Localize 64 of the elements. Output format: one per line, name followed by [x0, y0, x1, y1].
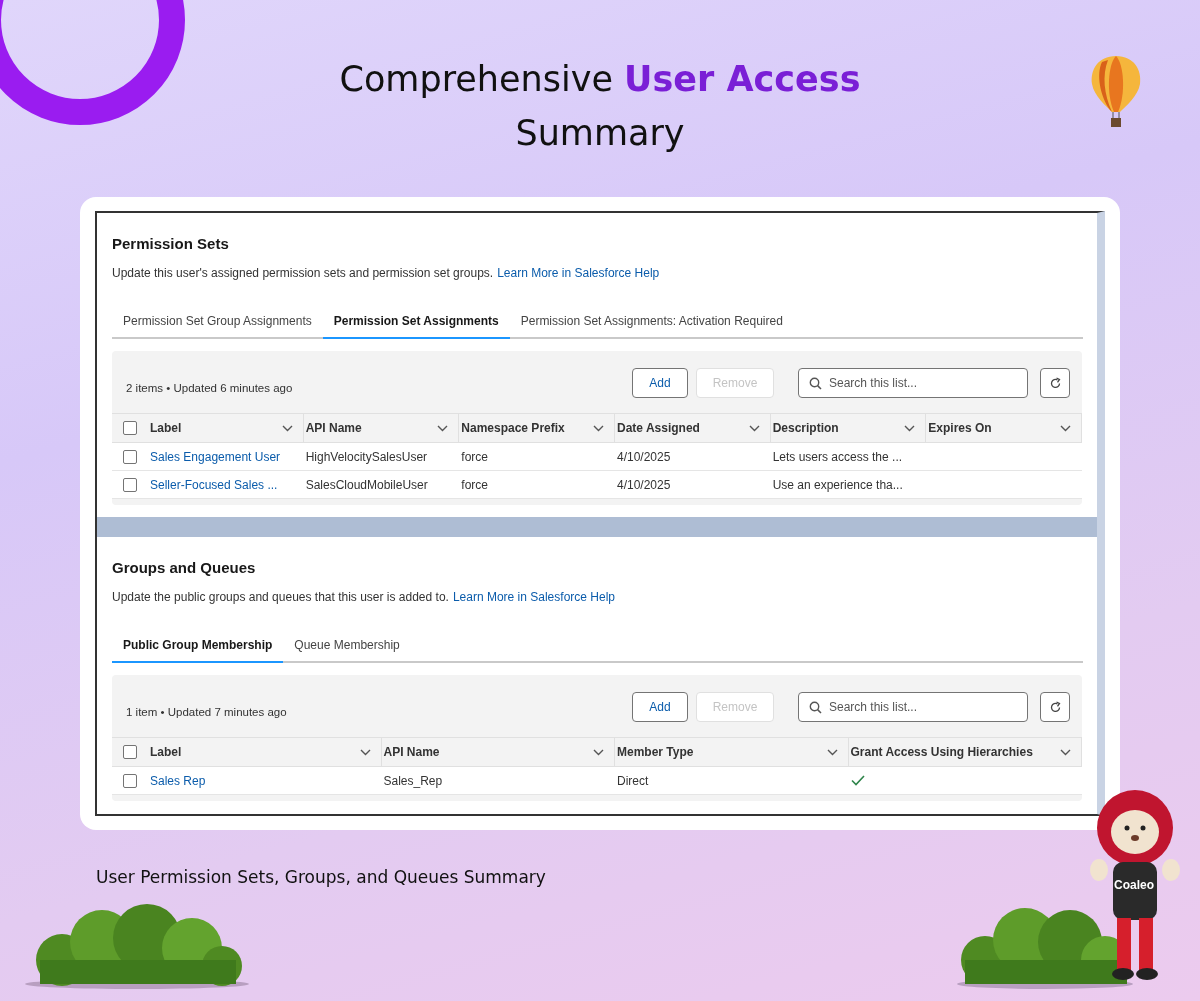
add-button[interactable]: Add — [632, 368, 688, 398]
column-header[interactable]: Expires On — [926, 413, 1082, 443]
search-field[interactable]: Search this list... — [798, 692, 1028, 722]
table-cell: Use an experience tha... — [772, 477, 903, 492]
refresh-icon — [1048, 376, 1062, 390]
chevron-down-icon — [593, 424, 604, 432]
column-header[interactable]: Label — [148, 737, 382, 767]
tab[interactable]: Queue Membership — [283, 630, 411, 663]
section-description: Update the public groups and queues that this user is added to. — [112, 590, 449, 604]
chevron-down-icon — [593, 748, 604, 756]
table-cell: Lets users access the ... — [772, 449, 903, 464]
chevron-down-icon — [359, 748, 371, 756]
tab[interactable]: Permission Set Assignments: Activation Required — [509, 306, 794, 339]
column-header[interactable]: API Name — [381, 737, 615, 767]
chevron-down-icon — [826, 748, 838, 756]
add-button[interactable]: Add — [632, 692, 688, 722]
refresh-button[interactable] — [1040, 692, 1070, 722]
record-link[interactable]: Sales Engagement User — [150, 449, 281, 464]
page-title: Comprehensive User Access Summary — [338, 58, 862, 155]
section-title: Permission Sets — [112, 235, 230, 252]
table-cell: Sales_Rep — [383, 773, 443, 788]
record-link[interactable]: Sales Rep — [150, 773, 206, 788]
section-description: Update this user's assigned permission sets and permission set groups. — [112, 266, 494, 280]
column-header[interactable]: API Name — [303, 413, 460, 443]
chevron-down-icon — [748, 424, 760, 432]
help-link[interactable]: Learn More in Salesforce Help — [497, 266, 660, 280]
help-link[interactable]: Learn More in Salesforce Help — [452, 590, 615, 604]
select-all-checkbox[interactable] — [123, 745, 137, 759]
list-status: 1 item • Updated 7 minutes ago — [126, 706, 287, 718]
record-link[interactable]: Seller-Focused Sales ... — [150, 477, 278, 492]
tab[interactable]: Permission Set Assignments — [322, 306, 510, 339]
row-checkbox[interactable] — [123, 773, 137, 788]
column-header[interactable]: Namespace Prefix — [459, 413, 615, 443]
section-title: Groups and Queues — [112, 559, 257, 576]
search-field[interactable]: Search this list... — [798, 368, 1028, 398]
table-cell: 4/10/2025 — [617, 477, 671, 492]
refresh-button[interactable] — [1040, 368, 1070, 398]
table-cell: Direct — [617, 773, 649, 788]
table-cell: SalesCloudMobileUser — [305, 477, 428, 492]
tab[interactable]: Public Group Membership — [112, 630, 284, 663]
table-cell: force — [461, 477, 488, 492]
column-header[interactable]: Label — [148, 413, 304, 443]
tab[interactable]: Permission Set Group Assignments — [112, 306, 323, 339]
chevron-down-icon — [904, 424, 916, 432]
refresh-icon — [1048, 700, 1062, 714]
list-status: 2 items • Updated 6 minutes ago — [126, 382, 293, 394]
table-cell: HighVelocitySalesUser — [305, 449, 428, 464]
chevron-down-icon — [437, 424, 449, 432]
column-header[interactable]: Grant Access Using Hierarchies — [848, 737, 1082, 767]
chevron-down-icon — [281, 424, 293, 432]
select-all-checkbox[interactable] — [123, 421, 137, 435]
column-header[interactable]: Description — [770, 413, 927, 443]
row-checkbox[interactable] — [123, 477, 137, 492]
chevron-down-icon — [1060, 424, 1071, 432]
caption: User Permission Sets, Groups, and Queues Summary — [96, 867, 546, 887]
row-checkbox[interactable] — [123, 449, 137, 464]
column-header[interactable]: Date Assigned — [615, 413, 771, 443]
table-cell: force — [461, 449, 488, 464]
chevron-down-icon — [1060, 748, 1071, 756]
search-icon — [809, 701, 822, 714]
table-cell: 4/10/2025 — [617, 449, 671, 464]
column-header[interactable]: Member Type — [615, 737, 849, 767]
shirt-logo-text: Coaleo — [1114, 878, 1154, 892]
search-icon — [809, 377, 822, 390]
